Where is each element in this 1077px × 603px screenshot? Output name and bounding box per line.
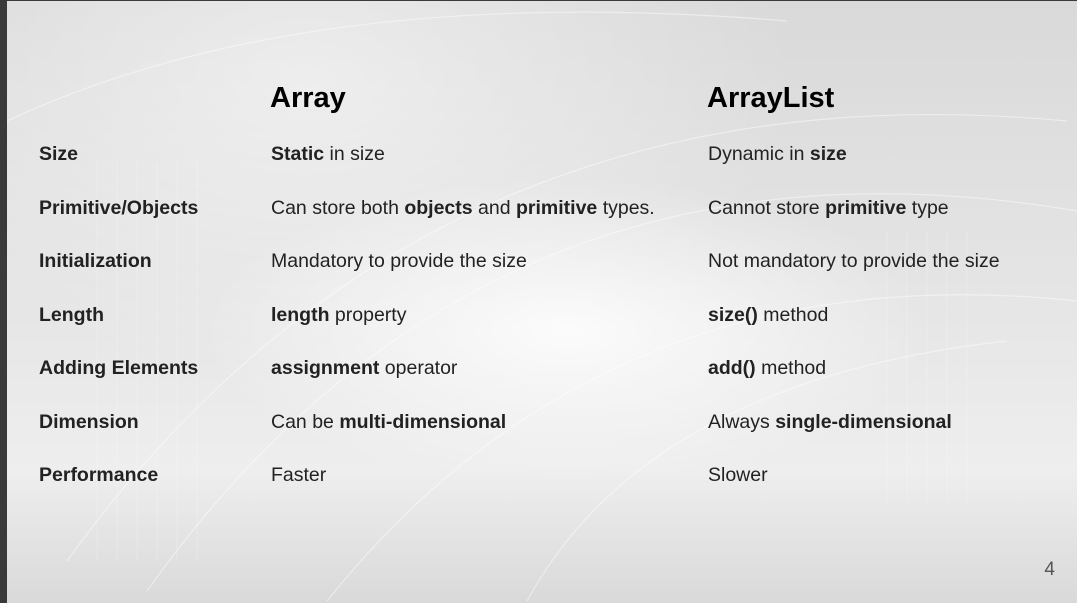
cell-text-segment: method	[755, 357, 827, 379]
cell-text-segment: Cannot store	[708, 197, 826, 219]
cell-text-segment: Slower	[708, 464, 768, 486]
arraylist-cell: Cannot store primitive type	[708, 197, 949, 220]
cell-text-segment: property	[329, 304, 407, 326]
cell-text-segment: type	[906, 197, 949, 219]
cell-text-segment: single-dimensional	[775, 411, 952, 433]
cell-text-segment: objects	[404, 197, 473, 219]
cell-text-segment: size	[809, 143, 847, 165]
array-cell: length property	[271, 304, 406, 327]
cell-text-segment: multi-dimensional	[339, 411, 507, 433]
cell-text-segment: method	[757, 304, 829, 326]
array-cell: Faster	[271, 464, 326, 487]
cell-text-segment: operator	[379, 357, 458, 379]
array-cell: Mandatory to provide the size	[271, 250, 527, 273]
cell-text-segment: and	[472, 197, 516, 219]
cell-text-segment: length	[271, 304, 330, 326]
arraylist-cell: Dynamic in size	[708, 143, 847, 166]
row-label: Primitive/Objects	[39, 197, 199, 219]
arraylist-cell: Slower	[708, 464, 768, 487]
array-cell: assignment operator	[271, 357, 457, 380]
cell-text-segment: Faster	[271, 464, 327, 486]
row-label: Size	[39, 143, 79, 165]
cell-text-segment: Can store both	[271, 197, 405, 219]
row-label: Adding Elements	[39, 357, 199, 379]
cell-text-segment: Not mandatory to provide the size	[708, 250, 1000, 272]
header-arraylist: ArrayList	[707, 82, 835, 114]
array-cell: Can be multi-dimensional	[271, 411, 506, 434]
cell-text-segment: types.	[597, 197, 655, 219]
cell-text-segment: size()	[708, 304, 758, 326]
background-decoration	[7, 11, 1077, 602]
cell-text-segment: Mandatory to provide the size	[271, 250, 527, 272]
row-label: Dimension	[39, 411, 139, 433]
row-label: Length	[39, 304, 104, 326]
cell-text-segment: Can be	[271, 411, 340, 433]
arraylist-cell: Not mandatory to provide the size	[708, 250, 1000, 273]
cell-text-segment: primitive	[825, 197, 907, 219]
cell-text-segment: in size	[324, 143, 385, 165]
array-cell: Can store both objects and primitive typ…	[271, 197, 655, 220]
page-number: 4	[1044, 559, 1055, 580]
cell-text-segment: primitive	[516, 197, 598, 219]
arraylist-cell: add() method	[708, 357, 826, 380]
cell-text-segment: assignment	[271, 357, 380, 379]
header-array: Array	[270, 82, 346, 114]
slide: Array ArrayList Size Static in size Dynami…	[7, 1, 1077, 603]
row-label: Performance	[39, 464, 159, 486]
cell-text-segment: add()	[708, 357, 756, 379]
arraylist-cell: Always single-dimensional	[708, 411, 952, 434]
row-label: Initialization	[39, 250, 152, 272]
cell-text-segment: Always	[708, 411, 776, 433]
cell-text-segment: Static	[271, 143, 325, 165]
array-cell: Static in size	[271, 143, 385, 166]
cell-text-segment: Dynamic in	[708, 143, 810, 165]
arraylist-cell: size() method	[708, 304, 828, 327]
